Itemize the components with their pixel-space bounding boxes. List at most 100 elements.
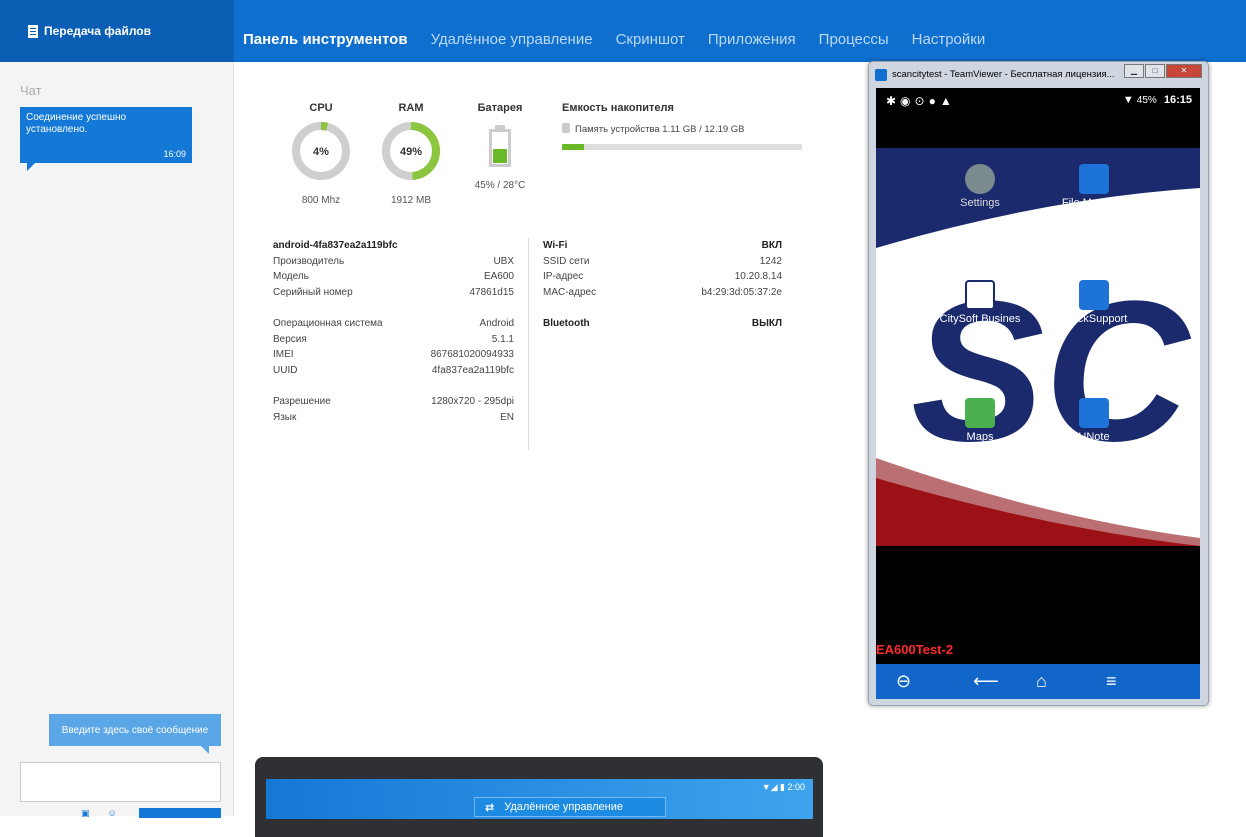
teamviewer-window[interactable]: scancitytest - TeamViewer - Бесплатная л… <box>868 61 1209 706</box>
info-key: UUID <box>273 364 298 376</box>
cpu-label: CPU <box>309 102 333 114</box>
info-value: EA600 <box>483 271 514 282</box>
battery-gauge: Батарея 45% / 28°C <box>460 102 540 191</box>
menu-icon[interactable]: ≡ <box>1106 671 1117 692</box>
info-row: Разрешение 1280x720 - 295dpi <box>273 394 514 410</box>
home-icon[interactable]: ⌂ <box>1036 671 1047 692</box>
info-key: MAC-адрес <box>543 286 597 298</box>
tab-remote-control[interactable]: Удалённое управление <box>431 31 593 48</box>
app-label: Maps <box>966 431 994 443</box>
app-unote[interactable]: UNote <box>1048 398 1140 443</box>
app-citysoft[interactable]: CitySoft Busines <box>934 280 1026 325</box>
info-row: Серийный номер 47861d15 <box>273 285 514 301</box>
wifi-row: Wi-Fi ВКЛ <box>543 238 782 254</box>
info-row: Производитель UBX <box>273 254 514 270</box>
storage-text: Память устройства 1.11 GB / 12.19 GB <box>575 124 745 135</box>
ram-label: RAM <box>398 102 424 114</box>
info-value: 5.1.1 <box>491 333 514 345</box>
info-value: 10.20.8.14 <box>734 271 782 282</box>
swap-arrows-icon: ⇄ <box>485 801 495 814</box>
main-tabs: Панель инструментов Удалённое управление… <box>243 31 1008 48</box>
attach-icon[interactable]: ▣ <box>81 808 90 818</box>
info-row: SSID сети 1242 <box>543 254 782 270</box>
network-info: Wi-Fi ВКЛ SSID сети 1242 IP-адрес 10.20.8.1… <box>543 238 782 332</box>
ram-ring: 49% <box>382 122 440 180</box>
app-label: CitySoft Busines <box>939 313 1021 325</box>
cpu-ring: 4% <box>292 122 350 180</box>
device-name: android-4fa837ea2a119bfc <box>273 240 398 251</box>
info-value: UBX <box>493 255 514 267</box>
citysoft-icon <box>965 280 995 310</box>
emoji-icon[interactable]: ☺ <box>108 808 117 818</box>
bluetooth-state: ВЫКЛ <box>751 318 782 329</box>
info-value: 867681020094933 <box>430 349 514 360</box>
app-file-manager[interactable]: File Manager <box>1048 164 1140 209</box>
file-transfer-button[interactable]: Передача файлов <box>0 0 234 62</box>
info-row: UUID 4fa837ea2a119bfc <box>273 363 514 379</box>
device-label: EA600Test-2 <box>876 642 954 657</box>
back-icon[interactable]: ⟵ <box>973 671 999 692</box>
phone-screen[interactable]: ✱◉⊙●▲ ▼ 45% 16:15 SC Settings File Manag… <box>876 88 1200 699</box>
app-label: Settings <box>960 197 1000 209</box>
storage-title: Емкость накопителя <box>562 102 674 114</box>
top-navigation-bar: Передача файлов Панель инструментов Удал… <box>0 0 1246 62</box>
info-value: 4fa837ea2a119bfc <box>431 364 514 376</box>
wallpaper: SC <box>876 148 1200 546</box>
chat-message-input[interactable] <box>20 762 221 802</box>
maximize-button[interactable]: □ <box>1145 64 1165 78</box>
settings-icon <box>965 164 995 194</box>
storage-bar <box>562 144 802 150</box>
app-maps[interactable]: Maps <box>934 398 1026 443</box>
info-key: IMEI <box>273 349 294 360</box>
bluetooth-label: Bluetooth <box>543 318 590 329</box>
tab-settings[interactable]: Настройки <box>912 31 986 48</box>
chat-panel: Чат Соединение успешно установлено. 16:0… <box>0 62 234 818</box>
svg-text:49%: 49% <box>400 146 422 158</box>
app-label: QuickSupport <box>1060 313 1128 325</box>
bluetooth-row: Bluetooth ВЫКЛ <box>543 316 782 332</box>
tab-processes[interactable]: Процессы <box>819 31 889 48</box>
info-key: Модель <box>273 271 309 282</box>
phone-nav-bar: ⊖ ⟵ ⌂ ≡ <box>876 664 1200 699</box>
wifi-label: Wi-Fi <box>543 240 568 251</box>
close-button[interactable]: ✕ <box>1166 64 1202 78</box>
battery-percent: 45% <box>1136 95 1157 106</box>
chat-title: Чат <box>20 83 42 98</box>
file-transfer-icon <box>28 24 38 38</box>
battery-level <box>493 148 507 163</box>
laptop-screen: ▼◢ ▮ 2:00 ⇄ Удалённое управление <box>266 779 813 819</box>
tab-dashboard[interactable]: Панель инструментов <box>243 31 408 48</box>
tab-screenshot[interactable]: Скриншот <box>616 31 685 48</box>
battery-status: 45% / 28°C <box>474 180 526 191</box>
app-settings[interactable]: Settings <box>934 164 1026 209</box>
wifi-icon: ▼ <box>1122 94 1134 106</box>
svg-text:4%: 4% <box>313 146 329 158</box>
unote-icon <box>1079 398 1109 428</box>
info-key: Производитель <box>273 255 345 267</box>
maps-icon <box>965 398 995 428</box>
teamviewer-nav-icon[interactable]: ⊖ <box>896 671 911 692</box>
info-value: Android <box>479 318 514 329</box>
info-row: Операционная система Android <box>273 316 514 332</box>
storage-line: Память устройства 1.11 GB / 12.19 GB <box>562 123 745 135</box>
chat-input-hint: Введите здесь своё сообщение <box>49 714 221 754</box>
teamviewer-icon <box>875 69 887 81</box>
battery-icon <box>489 129 511 167</box>
info-value: EN <box>500 411 514 423</box>
minimize-button[interactable]: ▁ <box>1124 64 1144 78</box>
window-controls: ▁ □ ✕ <box>1123 64 1202 78</box>
phone-status-bar: ✱◉⊙●▲ ▼ 45% 16:15 <box>876 88 1200 114</box>
storage-bar-fill <box>562 144 584 150</box>
info-row: Модель EA600 <box>273 269 514 285</box>
remote-control-button[interactable]: ⇄ Удалённое управление <box>474 797 666 817</box>
info-row: MAC-адрес b4:29:3d:05:37:2e <box>543 285 782 301</box>
send-button[interactable] <box>139 808 221 818</box>
tab-applications[interactable]: Приложения <box>708 31 796 48</box>
app-quicksupport[interactable]: QuickSupport <box>1048 280 1140 325</box>
ram-size: 1912 MB <box>390 195 432 206</box>
app-label: File Manager <box>1061 197 1127 209</box>
info-row: IP-адрес 10.20.8.14 <box>543 269 782 285</box>
device-info: android-4fa837ea2a119bfc Производитель UB… <box>273 238 514 425</box>
info-row: Язык EN <box>273 410 514 426</box>
info-key: IP-адрес <box>543 271 584 282</box>
